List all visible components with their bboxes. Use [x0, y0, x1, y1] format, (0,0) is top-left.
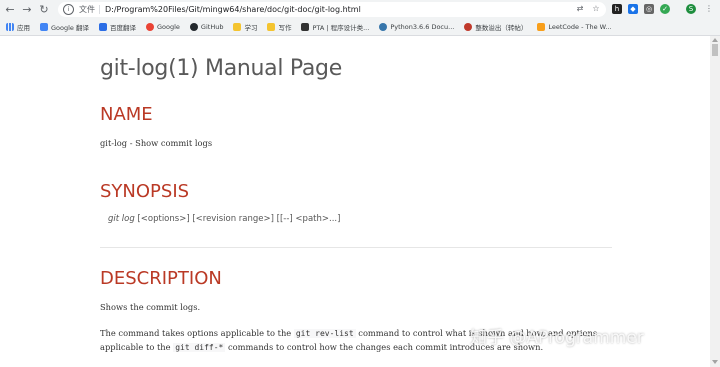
- synopsis-block: git log [<options>] [<revision range>] […: [108, 214, 340, 224]
- page-title: git-log(1) Manual Page: [100, 56, 342, 81]
- section-heading-name: NAME: [100, 104, 153, 125]
- bookmark-label: GitHub: [200, 23, 224, 31]
- folder-icon: [233, 23, 242, 31]
- pta-icon: [301, 23, 310, 31]
- back-icon[interactable]: ←: [3, 3, 17, 17]
- menu-icon[interactable]: ⋮: [704, 4, 714, 14]
- inline-code: git diff-*: [173, 343, 226, 352]
- scrollbar-thumb[interactable]: [712, 44, 718, 56]
- browser-toolbar: ← → ↻ i 文件 D:/Program%20Files/Git/mingw6…: [0, 0, 720, 19]
- leetcode-icon: [537, 23, 546, 31]
- url-text[interactable]: D:/Program%20Files/Git/mingw64/share/doc…: [105, 5, 361, 14]
- page-viewport: git-log(1) Manual Page NAME git-log - Sh…: [0, 36, 710, 367]
- address-bar[interactable]: i 文件 D:/Program%20Files/Git/mingw64/shar…: [58, 2, 606, 17]
- extension-icon[interactable]: ◎: [644, 4, 654, 14]
- inline-code: git rev-list: [293, 329, 356, 338]
- bookmark-item[interactable]: 百度翻译: [99, 22, 136, 32]
- bookmark-label: Google 翻译: [51, 24, 89, 32]
- bookmark-item[interactable]: Python3.6.6 Docu...: [379, 23, 454, 31]
- bookmark-item[interactable]: 写作: [267, 22, 291, 32]
- baidu-translate-icon: [99, 23, 107, 31]
- section-heading-description: DESCRIPTION: [100, 268, 222, 289]
- info-icon[interactable]: i: [63, 4, 74, 15]
- bookmark-label: LeetCode - The W...: [548, 23, 612, 31]
- synopsis-args: [<options>] [<revision range>] [[--] <pa…: [134, 214, 341, 224]
- extension-icon[interactable]: ✓: [660, 4, 670, 14]
- vertical-scrollbar[interactable]: [710, 36, 720, 367]
- bookmark-item[interactable]: 应用: [6, 22, 30, 32]
- bookmark-item[interactable]: PTA | 程序设计类...: [301, 22, 369, 32]
- bookmark-label: Python3.6.6 Docu...: [390, 23, 455, 31]
- reload-icon[interactable]: ↻: [37, 3, 51, 17]
- bookmark-item[interactable]: LeetCode - The W...: [537, 23, 612, 31]
- omnibox-divider: [99, 5, 100, 14]
- extension-icon[interactable]: ◆: [628, 4, 638, 14]
- bookmark-label: 写作: [278, 24, 292, 32]
- bookmark-item[interactable]: 整数溢出（转帖）: [464, 22, 527, 32]
- avatar[interactable]: S: [686, 4, 696, 14]
- url-scheme-label: 文件: [79, 5, 95, 14]
- bookmark-item[interactable]: GitHub: [189, 23, 224, 31]
- bookmark-label: 学习: [244, 24, 258, 32]
- bookmark-item[interactable]: 学习: [233, 22, 257, 32]
- watermark: 知乎 @AProgrammer: [470, 328, 644, 348]
- forward-icon[interactable]: →: [20, 3, 34, 17]
- bookmark-item[interactable]: Google: [146, 23, 180, 31]
- google-translate-icon: [40, 23, 48, 31]
- csdn-icon: [464, 23, 473, 31]
- extension-icon[interactable]: h: [612, 4, 622, 14]
- github-icon: [189, 23, 198, 31]
- name-text: git-log - Show commit logs: [100, 138, 213, 148]
- section-divider: [100, 247, 612, 248]
- bookmarks-bar: 应用 Google 翻译 百度翻译 Google GitHub 学习 写作 PT…: [0, 19, 720, 36]
- translate-icon[interactable]: ⇄: [575, 4, 585, 14]
- synopsis-command: git log: [108, 214, 135, 224]
- bookmark-label: Google: [157, 23, 180, 31]
- bookmark-label: 整数溢出（转帖）: [475, 24, 528, 32]
- bookmark-label: PTA | 程序设计类...: [312, 24, 370, 32]
- section-heading-synopsis: SYNOPSIS: [100, 181, 190, 202]
- folder-icon: [267, 23, 276, 31]
- apps-icon: [6, 23, 14, 31]
- bookmark-star-icon[interactable]: ☆: [591, 4, 601, 14]
- python-icon: [379, 23, 388, 31]
- scroll-down-icon[interactable]: [712, 360, 718, 364]
- description-paragraph: Shows the commit logs.: [100, 302, 201, 312]
- text-run: applicable to the: [100, 342, 174, 352]
- scroll-up-icon[interactable]: [712, 38, 718, 42]
- bookmark-label: 百度翻译: [110, 24, 136, 32]
- text-run: The command takes options applicable to …: [100, 328, 294, 338]
- bookmark-label: 应用: [17, 24, 30, 32]
- google-icon: [146, 23, 154, 31]
- bookmark-item[interactable]: Google 翻译: [40, 22, 89, 32]
